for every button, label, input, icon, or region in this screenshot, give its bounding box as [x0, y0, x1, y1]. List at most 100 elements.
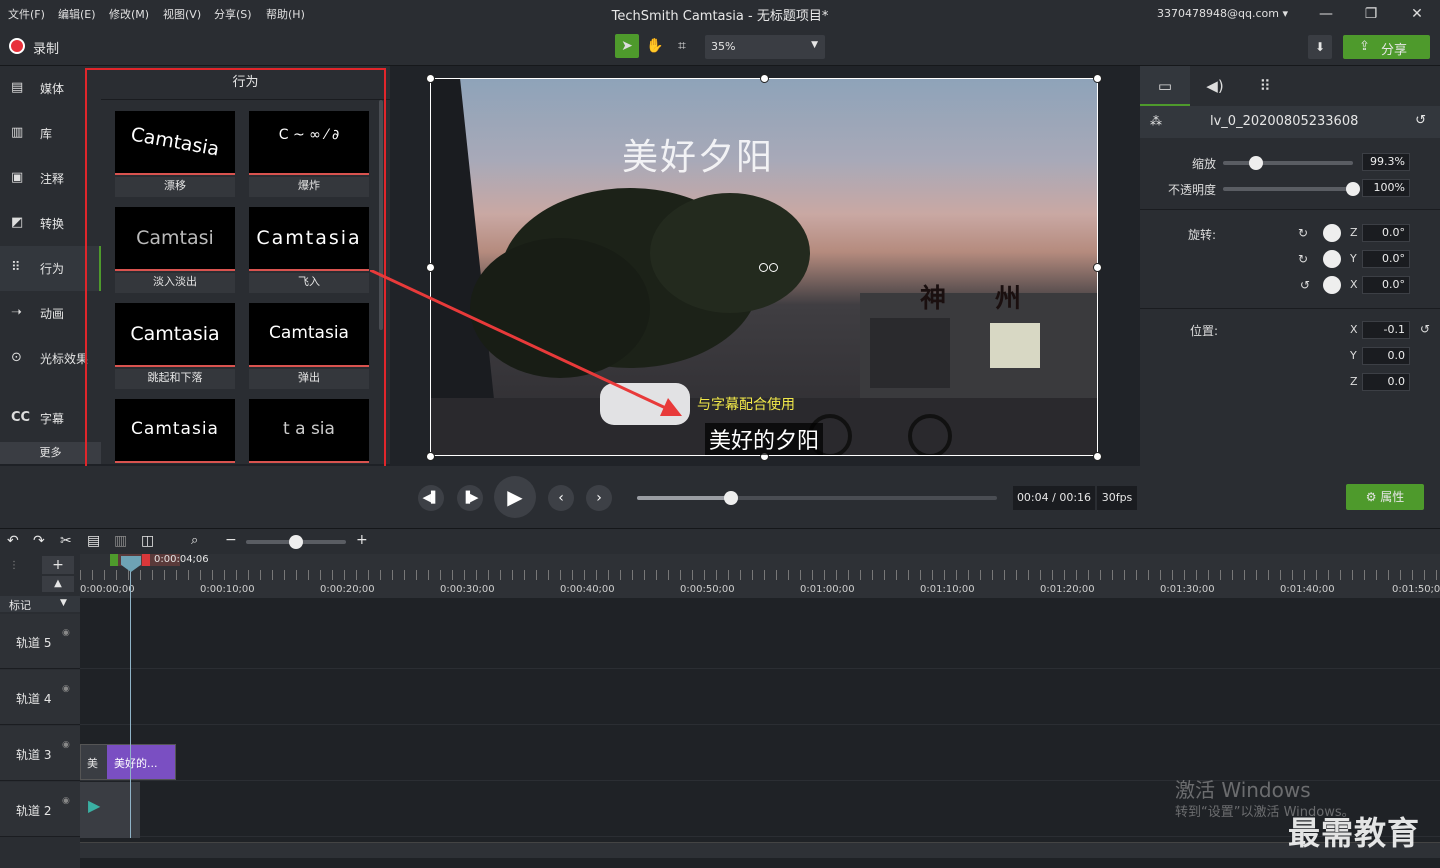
share-button[interactable]: ⇪ 分享 — [1343, 35, 1430, 59]
position-x-field[interactable]: -0.1 — [1362, 321, 1410, 339]
menu-edit[interactable]: 编辑(E) — [58, 6, 96, 22]
track-height-icon[interactable]: ⋮ — [9, 560, 19, 571]
timeline-zoom-knob[interactable] — [289, 535, 303, 549]
menu-help[interactable]: 帮助(H) — [266, 6, 305, 22]
playhead[interactable] — [130, 556, 131, 838]
more-button[interactable]: 更多 — [0, 442, 101, 464]
nav-transitions[interactable]: ◩ 转换 — [0, 201, 101, 246]
range-start-handle[interactable] — [110, 554, 118, 566]
cut-icon[interactable]: ✂ — [60, 533, 72, 549]
rotation-z-field[interactable]: 0.0° — [1362, 224, 1410, 242]
rotate-handle[interactable] — [759, 263, 768, 272]
split-icon[interactable]: ◫ — [141, 533, 154, 549]
eye-icon[interactable]: ◉ — [62, 684, 70, 694]
rotate-z-dial[interactable] — [1323, 224, 1341, 242]
nav-captions[interactable]: CC 字幕 — [0, 396, 101, 441]
resize-handle[interactable] — [1093, 74, 1102, 83]
behavior-tile-bounce[interactable]: Camtasia 跳起和下落 — [115, 303, 235, 389]
scale-slider[interactable] — [1223, 161, 1353, 165]
behavior-props-tab-icon[interactable]: ⠿ — [1240, 66, 1290, 106]
resize-handle[interactable] — [760, 74, 769, 83]
behavior-tile-drift[interactable]: Camtasia 漂移 — [115, 111, 235, 197]
track-header[interactable]: 轨道 2 ◉ — [0, 782, 80, 837]
collapse-icon[interactable]: ▲ — [42, 576, 74, 592]
copy-icon[interactable]: ▤ — [87, 533, 100, 549]
scrub-slider[interactable] — [637, 496, 997, 500]
scale-field[interactable]: 99.3% — [1362, 153, 1410, 171]
opacity-slider[interactable] — [1223, 187, 1353, 191]
opacity-field[interactable]: 100% — [1362, 179, 1410, 197]
menu-view[interactable]: 视图(V) — [163, 6, 201, 22]
rotation-x-field[interactable]: 0.0° — [1362, 276, 1410, 294]
opacity-slider-knob[interactable] — [1346, 182, 1360, 196]
rotate-x-dial[interactable] — [1323, 276, 1341, 294]
nav-media[interactable]: ▤ 媒体 — [0, 66, 101, 111]
resize-handle[interactable] — [1093, 452, 1102, 461]
account-menu[interactable]: 3370478948@qq.com ▾ — [1157, 7, 1288, 20]
minimize-icon[interactable]: — — [1312, 4, 1340, 24]
track-header[interactable]: 轨道 5 ◉ — [0, 614, 80, 669]
position-y-field[interactable]: 0.0 — [1362, 347, 1410, 365]
zoom-icon[interactable]: ⌕ — [191, 533, 198, 548]
timeline-tracks[interactable]: 美 美好的... ▶ — [80, 598, 1440, 868]
marker-row[interactable]: 标记 ▼ — [0, 596, 80, 612]
behavior-tile-pop-up[interactable]: Camtasia 弹出 — [249, 303, 369, 389]
play-icon[interactable]: ▶ — [494, 476, 536, 518]
resize-handle[interactable] — [426, 74, 435, 83]
track-header[interactable]: 轨道 3 ◉ — [0, 726, 80, 781]
rotate-handle[interactable] — [769, 263, 778, 272]
next-icon[interactable]: › — [586, 485, 612, 511]
zoom-out-icon[interactable]: − — [225, 532, 237, 548]
crop-tool-icon[interactable]: ⌗ — [670, 34, 694, 58]
behavior-tile-fly-in[interactable]: Camtasia 飞入 — [249, 207, 369, 293]
step-back-icon[interactable]: ◀▌ — [418, 485, 444, 511]
reset-icon[interactable]: ↺ — [1415, 113, 1426, 128]
eye-icon[interactable]: ◉ — [62, 796, 70, 806]
nav-library[interactable]: ▥ 库 — [0, 111, 101, 156]
eye-icon[interactable]: ◉ — [62, 740, 70, 750]
zoom-in-icon[interactable]: + — [356, 532, 368, 548]
eye-icon[interactable]: ◉ — [62, 628, 70, 638]
rotate-y-dial[interactable] — [1323, 250, 1341, 268]
maximize-icon[interactable]: ❐ — [1357, 4, 1385, 24]
prev-icon[interactable]: ‹ — [548, 485, 574, 511]
rotate-y-icon[interactable]: ↻ — [1298, 252, 1308, 266]
rotate-x-icon[interactable]: ↺ — [1300, 278, 1310, 292]
nav-cursor-effects[interactable]: ⊙ 光标效果 — [0, 336, 101, 381]
scale-slider-knob[interactable] — [1248, 156, 1263, 170]
undo-icon[interactable]: ↶ — [7, 533, 19, 549]
step-forward-icon[interactable]: ▐▶ — [457, 485, 483, 511]
nav-behaviors[interactable]: ⠿ 行为 — [0, 246, 101, 291]
close-icon[interactable]: ✕ — [1403, 4, 1431, 24]
rotate-z-icon[interactable]: ↻ — [1298, 226, 1308, 240]
track-header[interactable]: 轨道 4 ◉ — [0, 670, 80, 725]
behavior-tile-fade[interactable]: Camtasi 淡入淡出 — [115, 207, 235, 293]
record-icon[interactable] — [9, 38, 25, 54]
behavior-tile-explode[interactable]: C ~ ∞ ⁄ ∂ 爆炸 — [249, 111, 369, 197]
record-button[interactable]: 录制 — [33, 38, 59, 57]
timeline-ruler[interactable]: 0:00:04;06 0:00:00;00 0:00:10;00 0:00:20… — [80, 554, 1440, 598]
audio-props-tab-icon[interactable]: ◀) — [1190, 66, 1240, 106]
add-track-icon[interactable]: + — [42, 556, 74, 574]
redo-icon[interactable]: ↷ — [33, 533, 45, 549]
behavior-tile[interactable]: Camtasia — [115, 399, 235, 465]
caption-clip[interactable]: 美好的... — [107, 745, 175, 779]
zoom-select[interactable]: 35% ▼ — [705, 35, 825, 59]
rotation-y-field[interactable]: 0.0° — [1362, 250, 1410, 268]
nav-animations[interactable]: ➝ 动画 — [0, 291, 101, 336]
paste-icon[interactable]: ▥ — [114, 533, 127, 549]
menu-share[interactable]: 分享(S) — [214, 6, 252, 22]
clip-track2[interactable]: ▶ — [80, 782, 140, 838]
scrub-knob[interactable] — [723, 491, 738, 505]
resize-handle[interactable] — [426, 452, 435, 461]
position-z-field[interactable]: 0.0 — [1362, 373, 1410, 391]
nav-annotations[interactable]: ▣ 注释 — [0, 156, 101, 201]
behavior-tile[interactable]: t a sia — [249, 399, 369, 465]
download-icon[interactable]: ⬇ — [1308, 35, 1332, 59]
pan-tool-icon[interactable]: ✋ — [643, 34, 667, 58]
clip-track3[interactable]: 美 美好的... — [80, 744, 176, 780]
range-end-handle[interactable] — [142, 554, 150, 566]
menu-modify[interactable]: 修改(M) — [109, 6, 149, 22]
timeline-scrollbar[interactable] — [80, 842, 1440, 858]
menu-file[interactable]: 文件(F) — [8, 6, 45, 22]
